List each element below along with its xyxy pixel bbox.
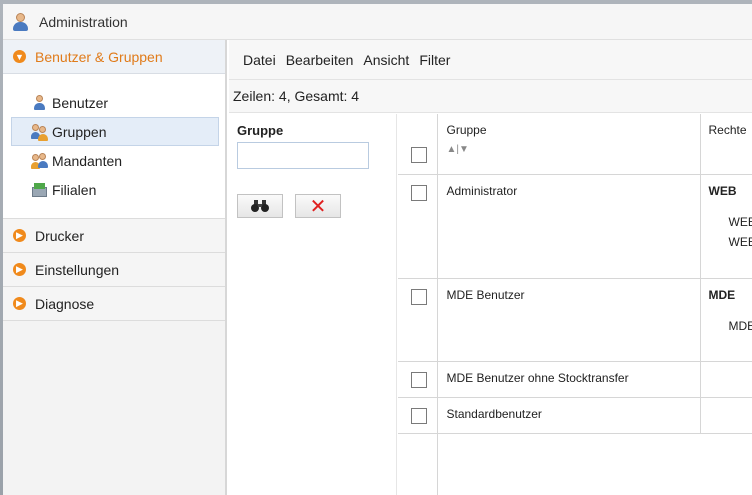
sidebar-item-label: Benutzer: [52, 94, 109, 111]
select-all-checkbox[interactable]: [411, 147, 427, 163]
row-checkbox[interactable]: [411, 288, 427, 305]
menu-filter[interactable]: Filter: [419, 52, 450, 68]
section-label: Einstellungen: [35, 261, 120, 278]
sidebar: ▼ Benutzer & Gruppen Benutzer Gruppen Ma…: [3, 40, 227, 495]
rechte-cell: [700, 397, 752, 434]
gruppe-cell: MDE Benutzer: [437, 278, 701, 362]
table-row[interactable]: MDE Benutzer MDE MDE: [398, 278, 752, 362]
row-checkbox-cell: [398, 397, 438, 434]
binoculars-icon: [251, 200, 269, 212]
sidebar-item-filialen[interactable]: Filialen: [3, 175, 225, 204]
rechte-entry: WEB: [728, 234, 752, 249]
sidebar-item-label: Gruppen: [52, 123, 107, 140]
section-label: Drucker: [35, 227, 85, 244]
menu-bar: Datei Bearbeiten Ansicht Filter: [229, 40, 752, 80]
chevron-down-icon: ▼: [13, 50, 26, 63]
title-bar: Administration: [3, 4, 752, 40]
select-all-cell: [398, 114, 438, 175]
admin-user-icon: [11, 12, 31, 32]
gruppe-filter-input[interactable]: [237, 142, 369, 169]
section-label: Benutzer & Gruppen: [35, 48, 163, 65]
chevron-right-icon: ▶: [13, 263, 26, 276]
sidebar-item-gruppen[interactable]: Gruppen: [11, 117, 219, 146]
rechte-title: WEB: [708, 183, 737, 198]
column-gruppe[interactable]: Gruppe ▲|▼: [437, 114, 701, 175]
menu-datei[interactable]: Datei: [243, 52, 276, 68]
table-header: Gruppe ▲|▼ Rechte: [398, 114, 752, 175]
sidebar-item-label: Mandanten: [52, 152, 123, 169]
chevron-right-icon: ▶: [13, 229, 26, 242]
column-header-label: Gruppe: [446, 123, 487, 137]
group-icon: [31, 123, 49, 141]
rechte-entry: WEB: [728, 214, 752, 229]
row-checkbox[interactable]: [411, 184, 427, 201]
empty-cell: [398, 433, 438, 495]
table-row[interactable]: Administrator WEB WEB WEB: [398, 174, 752, 279]
section-drucker[interactable]: ▶ Drucker: [3, 219, 225, 253]
row-checkbox[interactable]: [411, 371, 427, 388]
rechte-entries: WEB WEB: [729, 212, 752, 252]
column-rechte[interactable]: Rechte: [700, 114, 752, 175]
sidebar-item-benutzer[interactable]: Benutzer: [3, 88, 225, 117]
gruppe-cell: MDE Benutzer ohne Stocktransfer: [437, 361, 701, 398]
rechte-entries: MDE: [729, 316, 752, 336]
sort-icon[interactable]: ▲|▼: [447, 144, 700, 155]
close-icon: ✕: [309, 195, 327, 218]
rechte-entry: MDE: [728, 318, 752, 333]
filter-label: Gruppe: [237, 123, 284, 138]
main-panel: Datei Bearbeiten Ansicht Filter Zeilen: …: [229, 40, 752, 495]
row-checkbox-cell: [398, 361, 438, 398]
row-checkbox-cell: [398, 174, 438, 279]
section-label: Diagnose: [35, 295, 95, 312]
search-button[interactable]: [237, 194, 283, 218]
empty-cell: [700, 433, 752, 495]
groups-table: Gruppe ▲|▼ Rechte Administrator WEB WEB …: [398, 114, 752, 495]
gruppe-cell: Administrator: [437, 174, 701, 279]
app-window: Administration ▼ Benutzer & Gruppen Benu…: [3, 4, 752, 495]
table-row[interactable]: Standardbenutzer: [398, 397, 752, 434]
section-diagnose[interactable]: ▶ Diagnose: [3, 287, 225, 321]
sidebar-item-mandanten[interactable]: Mandanten: [3, 146, 225, 175]
gruppe-cell: Standardbenutzer: [437, 397, 701, 434]
row-checkbox-cell: [398, 278, 438, 362]
filter-panel: Gruppe ✕: [229, 114, 397, 495]
branches-icon: [31, 181, 49, 199]
table-row[interactable]: MDE Benutzer ohne Stocktransfer: [398, 361, 752, 398]
menu-ansicht[interactable]: Ansicht: [363, 52, 409, 68]
section-benutzer-gruppen[interactable]: ▼ Benutzer & Gruppen: [3, 40, 225, 74]
menu-bearbeiten[interactable]: Bearbeiten: [286, 52, 354, 68]
user-icon: [31, 94, 49, 112]
row-count: Zeilen: 4, Gesamt: 4: [229, 80, 752, 113]
rechte-cell: [700, 361, 752, 398]
rechte-title: MDE: [708, 287, 736, 302]
table-empty-space: [398, 433, 752, 495]
rechte-cell: WEB WEB WEB: [700, 174, 752, 279]
section-einstellungen[interactable]: ▶ Einstellungen: [3, 253, 225, 287]
row-checkbox[interactable]: [411, 407, 427, 424]
column-header-label: Rechte: [708, 123, 747, 137]
empty-cell: [437, 433, 700, 495]
sidebar-item-label: Filialen: [52, 181, 97, 198]
section-body: Benutzer Gruppen Mandanten Filialen: [3, 74, 225, 219]
window-title: Administration: [39, 13, 128, 30]
chevron-right-icon: ▶: [13, 297, 26, 310]
clients-icon: [31, 152, 49, 170]
rechte-cell: MDE MDE: [700, 278, 752, 362]
clear-filter-button[interactable]: ✕: [295, 194, 341, 218]
